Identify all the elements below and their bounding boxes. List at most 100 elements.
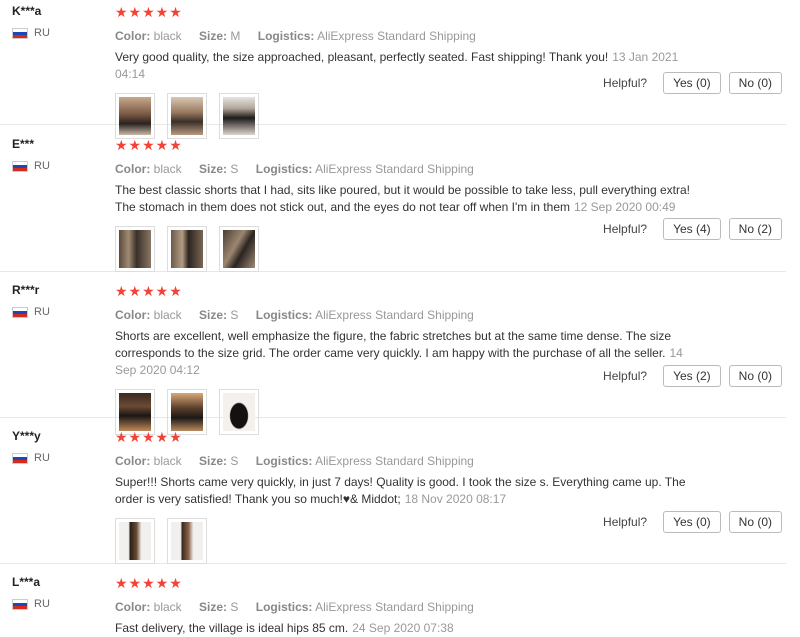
reviewer-country: RU: [12, 598, 107, 610]
review-item: R***r RU ★★★★★ Color: black Size: S Logi…: [0, 279, 786, 435]
star-rating: ★★★★★: [115, 4, 183, 20]
color-value: black: [153, 162, 182, 176]
review-meta: Color: black Size: S Logistics: AliExpre…: [115, 600, 715, 614]
review-text-body: Super!!! Shorts came very quickly, in ju…: [115, 475, 686, 506]
review-text-body: Very good quality, the size approached, …: [115, 50, 609, 64]
helpful-vote: Helpful? Yes (4) No (2): [603, 218, 782, 240]
vote-yes-button[interactable]: Yes (2): [663, 365, 721, 387]
logistics-label: Logistics:: [255, 162, 313, 176]
russia-flag-icon: [12, 160, 28, 172]
review-date: 12 Sep 2020 00:49: [574, 200, 676, 214]
size-label: Size:: [199, 600, 228, 614]
reviewer-country: RU: [12, 160, 107, 172]
review-item: L***a RU ★★★★★ Color: black Size: S Logi…: [0, 571, 786, 635]
size-value: S: [230, 454, 239, 468]
logistics-value: AliExpress Standard Shipping: [315, 162, 474, 176]
reviewer-info: R***r RU: [12, 279, 107, 318]
star-rating: ★★★★★: [115, 575, 183, 591]
color-value: black: [153, 454, 182, 468]
russia-flag-icon: [12, 27, 28, 39]
review-text-body: Fast delivery, the village is ideal hips…: [115, 621, 349, 635]
review-photo-thumbnail[interactable]: [167, 518, 207, 564]
logistics-label: Logistics:: [257, 29, 315, 43]
logistics-value: AliExpress Standard Shipping: [315, 308, 474, 322]
reviewer-country: RU: [12, 452, 107, 464]
logistics-value: AliExpress Standard Shipping: [315, 600, 474, 614]
color-label: Color:: [115, 308, 151, 322]
review-photo-thumbnail[interactable]: [115, 226, 155, 272]
size-label: Size:: [199, 162, 228, 176]
helpful-label: Helpful?: [603, 76, 648, 90]
star-rating: ★★★★★: [115, 429, 183, 445]
country-code: RU: [34, 598, 50, 610]
vote-yes-button[interactable]: Yes (4): [663, 218, 721, 240]
reviewer-country: RU: [12, 27, 107, 39]
size-label: Size:: [199, 29, 228, 43]
reviewer-name: Y***y: [12, 429, 41, 443]
review-text: The best classic shorts that I had, sits…: [115, 182, 705, 216]
star-rating: ★★★★★: [115, 283, 183, 299]
reviews-list: K***a RU ★★★★★ Color: black Size: M Logi…: [0, 0, 800, 635]
color-label: Color:: [115, 162, 151, 176]
review-meta: Color: black Size: M Logistics: AliExpre…: [115, 29, 715, 43]
review-date: 24 Sep 2020 07:38: [352, 621, 454, 635]
color-label: Color:: [115, 454, 151, 468]
size-label: Size:: [199, 308, 228, 322]
logistics-label: Logistics:: [255, 308, 313, 322]
review-text: Fast delivery, the village is ideal hips…: [115, 620, 705, 637]
country-code: RU: [34, 306, 50, 318]
review-item: E*** RU ★★★★★ Color: black Size: S Logis…: [0, 133, 786, 272]
color-value: black: [153, 29, 182, 43]
review-meta: Color: black Size: S Logistics: AliExpre…: [115, 162, 715, 176]
size-value: S: [230, 162, 239, 176]
vote-no-button[interactable]: No (0): [728, 365, 782, 387]
vote-yes-button[interactable]: Yes (0): [663, 511, 721, 533]
logistics-value: AliExpress Standard Shipping: [317, 29, 476, 43]
color-value: black: [153, 308, 182, 322]
reviewer-info: E*** RU: [12, 133, 107, 172]
review-body: ★★★★★ Color: black Size: S Logistics: Al…: [115, 571, 715, 637]
helpful-vote: Helpful? Yes (2) No (0): [603, 365, 782, 387]
country-code: RU: [34, 452, 50, 464]
logistics-value: AliExpress Standard Shipping: [315, 454, 474, 468]
reviewer-info: Y***y RU: [12, 425, 107, 464]
vote-no-button[interactable]: No (2): [728, 218, 782, 240]
color-value: black: [153, 600, 182, 614]
reviewer-name: E***: [12, 137, 35, 151]
country-code: RU: [34, 27, 50, 39]
review-photo-thumbnail[interactable]: [219, 226, 259, 272]
reviewer-country: RU: [12, 306, 107, 318]
review-body: ★★★★★ Color: black Size: S Logistics: Al…: [115, 425, 715, 564]
size-label: Size:: [199, 454, 228, 468]
size-value: S: [230, 308, 239, 322]
helpful-label: Helpful?: [603, 369, 648, 383]
logistics-label: Logistics:: [255, 600, 313, 614]
vote-yes-button[interactable]: Yes (0): [663, 72, 721, 94]
russia-flag-icon: [12, 452, 28, 464]
vote-no-button[interactable]: No (0): [728, 72, 782, 94]
helpful-vote: Helpful? Yes (0) No (0): [603, 72, 782, 94]
helpful-label: Helpful?: [603, 515, 648, 529]
color-label: Color:: [115, 29, 151, 43]
review-photo-thumbnail[interactable]: [115, 518, 155, 564]
size-value: M: [230, 29, 241, 43]
review-text-body: Shorts are excellent, well emphasize the…: [115, 329, 672, 360]
review-body: ★★★★★ Color: black Size: M Logistics: Al…: [115, 0, 715, 139]
reviewer-info: K***a RU: [12, 0, 107, 39]
color-label: Color:: [115, 600, 151, 614]
star-rating: ★★★★★: [115, 137, 183, 153]
review-meta: Color: black Size: S Logistics: AliExpre…: [115, 308, 715, 322]
size-value: S: [230, 600, 239, 614]
review-text: Super!!! Shorts came very quickly, in ju…: [115, 474, 705, 508]
reviewer-info: L***a RU: [12, 571, 107, 610]
country-code: RU: [34, 160, 50, 172]
reviewer-name: R***r: [12, 283, 40, 297]
review-date: 18 Nov 2020 08:17: [404, 492, 507, 506]
review-body: ★★★★★ Color: black Size: S Logistics: Al…: [115, 133, 715, 272]
russia-flag-icon: [12, 598, 28, 610]
vote-no-button[interactable]: No (0): [728, 511, 782, 533]
logistics-label: Logistics:: [255, 454, 313, 468]
review-photo-thumbnail[interactable]: [167, 226, 207, 272]
helpful-vote: Helpful? Yes (0) No (0): [603, 511, 782, 533]
review-body: ★★★★★ Color: black Size: S Logistics: Al…: [115, 279, 715, 435]
